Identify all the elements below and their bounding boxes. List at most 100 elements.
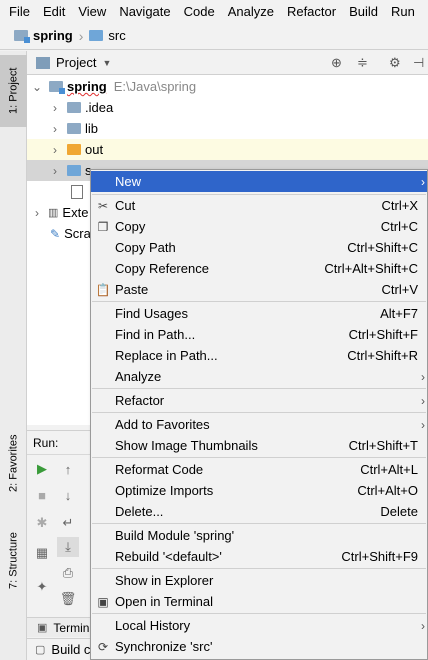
tree-row-root[interactable]: ⌄ spring E:\Java\spring bbox=[27, 76, 428, 97]
menu-analyze[interactable]: Analyze bbox=[220, 4, 279, 19]
tab-structure[interactable]: 7: Structure bbox=[0, 521, 27, 601]
menu-item-find-usages[interactable]: Find Usages Alt+F7 bbox=[91, 303, 427, 324]
run-icon[interactable]: ▶ bbox=[31, 459, 53, 479]
menu-edit[interactable]: Edit bbox=[35, 4, 70, 19]
pin-icon[interactable]: ✦ bbox=[31, 577, 53, 597]
tree-item-label: out bbox=[85, 142, 104, 157]
menu-item-paste[interactable]: 📋 Paste Ctrl+V bbox=[91, 279, 427, 300]
menu-item-open-in-terminal[interactable]: ▣ Open in Terminal bbox=[91, 591, 427, 612]
menu-item-build-module[interactable]: Build Module 'spring' bbox=[91, 525, 427, 546]
context-menu: New › ✂ Cut Ctrl+X ❐ Copy Ctrl+C Copy Pa… bbox=[90, 169, 428, 660]
build-icon: ▢ bbox=[35, 644, 46, 656]
chevron-right-icon[interactable]: › bbox=[48, 164, 62, 178]
menu-item-reformat-code[interactable]: Reformat Code Ctrl+Alt+L bbox=[91, 459, 427, 480]
scroll-to-end-icon[interactable]: ⤓ bbox=[57, 537, 79, 557]
menu-item-new[interactable]: New › bbox=[91, 171, 427, 192]
menu-item-label: Find Usages bbox=[115, 306, 188, 321]
menu-navigate[interactable]: Navigate bbox=[111, 4, 175, 19]
dropdown-arrow-icon[interactable]: ▼ bbox=[102, 58, 111, 68]
menu-item-shortcut: Alt+F7 bbox=[380, 306, 418, 321]
chevron-right-icon[interactable]: › bbox=[48, 122, 62, 136]
menu-item-show-image-thumbnails[interactable]: Show Image Thumbnails Ctrl+Shift+T bbox=[91, 435, 427, 456]
menu-item-copy-reference[interactable]: Copy Reference Ctrl+Alt+Shift+C bbox=[91, 258, 427, 279]
menu-item-label: Copy Reference bbox=[115, 261, 209, 276]
menu-run[interactable]: Run bbox=[383, 4, 420, 19]
menu-item-label: Analyze bbox=[115, 369, 162, 384]
tree-row-idea[interactable]: › .idea bbox=[27, 97, 428, 118]
menu-item-copy-path[interactable]: Copy Path Ctrl+Shift+C bbox=[91, 237, 427, 258]
menu-item-shortcut: Ctrl+Alt+L bbox=[360, 462, 418, 477]
menu-separator bbox=[92, 301, 426, 302]
menu-item-label: Synchronize 'src' bbox=[115, 639, 213, 654]
tree-root-path: E:\Java\spring bbox=[113, 79, 197, 94]
chevron-right-icon[interactable]: › bbox=[48, 101, 62, 115]
menu-item-label: Find in Path... bbox=[115, 327, 196, 342]
down-arrow-icon[interactable]: ↓ bbox=[57, 485, 79, 505]
gear-icon[interactable]: ⚙ bbox=[389, 55, 401, 71]
menu-item-label: Refactor bbox=[115, 393, 165, 408]
breadcrumb-folder[interactable]: src bbox=[108, 28, 125, 43]
submenu-arrow-icon: › bbox=[421, 618, 425, 633]
menu-code[interactable]: Code bbox=[176, 4, 220, 19]
libraries-icon: ▥ bbox=[48, 207, 59, 219]
module-folder-icon bbox=[14, 30, 30, 43]
menu-file[interactable]: File bbox=[0, 4, 35, 19]
menu-item-cut[interactable]: ✂ Cut Ctrl+X bbox=[91, 195, 427, 216]
breadcrumb-separator-icon: › bbox=[78, 27, 84, 44]
tab-structure-label: 7: Structure bbox=[7, 532, 20, 590]
menu-item-delete[interactable]: Delete... Delete bbox=[91, 501, 427, 522]
expand-down-icon[interactable]: ⌄ bbox=[30, 80, 44, 94]
menu-item-replace-in-path[interactable]: Replace in Path... Ctrl+Shift+R bbox=[91, 345, 427, 366]
folder-icon bbox=[67, 102, 81, 113]
menu-item-rebuild[interactable]: Rebuild '<default>' Ctrl+Shift+F9 bbox=[91, 546, 427, 567]
menu-item-show-in-explorer[interactable]: Show in Explorer bbox=[91, 570, 427, 591]
menu-item-refactor[interactable]: Refactor › bbox=[91, 390, 427, 411]
submenu-arrow-icon: › bbox=[421, 393, 425, 408]
menu-tools[interactable]: To bbox=[420, 4, 428, 19]
up-arrow-icon[interactable]: ↑ bbox=[57, 459, 79, 479]
paste-icon: 📋 bbox=[95, 282, 111, 297]
tree-row-lib[interactable]: › lib bbox=[27, 118, 428, 139]
menu-view[interactable]: View bbox=[70, 4, 111, 19]
tab-favorites[interactable]: 2: Favorites bbox=[0, 423, 27, 503]
trash-icon[interactable]: 🗑 bbox=[57, 589, 79, 609]
menu-item-local-history[interactable]: Local History › bbox=[91, 615, 427, 636]
menu-item-label: Paste bbox=[115, 282, 149, 297]
menu-separator bbox=[92, 412, 426, 413]
hide-icon[interactable]: ⊣ bbox=[413, 55, 424, 71]
collapse-icon[interactable]: ≑ bbox=[357, 55, 368, 71]
debug-icon[interactable]: ✱ bbox=[31, 513, 53, 533]
menu-item-shortcut: Ctrl+Shift+T bbox=[348, 438, 418, 453]
menu-item-shortcut: Ctrl+Shift+R bbox=[347, 348, 418, 363]
soft-wrap-icon[interactable]: ↵ bbox=[57, 513, 79, 533]
menu-item-analyze[interactable]: Analyze › bbox=[91, 366, 427, 387]
project-panel-title[interactable]: Project bbox=[56, 55, 96, 70]
tab-project[interactable]: 1: Project bbox=[0, 55, 27, 127]
menu-item-shortcut: Ctrl+C bbox=[380, 219, 418, 234]
layout-icon[interactable]: ▦ bbox=[31, 543, 53, 563]
menu-item-copy[interactable]: ❐ Copy Ctrl+C bbox=[91, 216, 427, 237]
menu-separator bbox=[92, 568, 426, 569]
menu-item-shortcut: Ctrl+Shift+F bbox=[348, 327, 418, 342]
stop-icon[interactable]: ■ bbox=[31, 485, 53, 505]
menu-separator bbox=[92, 388, 426, 389]
menu-item-add-to-favorites[interactable]: Add to Favorites › bbox=[91, 414, 427, 435]
chevron-right-icon[interactable]: › bbox=[48, 143, 62, 157]
menu-item-label: Cut bbox=[115, 198, 136, 213]
menu-build[interactable]: Build bbox=[341, 4, 383, 19]
tree-row-out[interactable]: › out bbox=[27, 139, 428, 160]
breadcrumb-project[interactable]: spring bbox=[33, 28, 73, 43]
terminal-icon: ▣ bbox=[97, 594, 109, 609]
menu-item-optimize-imports[interactable]: Optimize Imports Ctrl+Alt+O bbox=[91, 480, 427, 501]
locate-icon[interactable]: ⊕ bbox=[331, 55, 342, 71]
chevron-right-icon[interactable]: › bbox=[30, 206, 44, 220]
menu-item-label: Show Image Thumbnails bbox=[115, 438, 258, 453]
menu-item-label: Reformat Code bbox=[115, 462, 204, 477]
tree-item-label: Exte bbox=[62, 205, 89, 220]
menu-item-find-in-path[interactable]: Find in Path... Ctrl+Shift+F bbox=[91, 324, 427, 345]
menu-item-synchronize[interactable]: ⟳ Synchronize 'src' bbox=[91, 636, 427, 657]
print-icon[interactable]: ⎙ bbox=[57, 563, 79, 583]
navigation-bar: spring › src bbox=[0, 22, 428, 50]
menu-refactor[interactable]: Refactor bbox=[279, 4, 341, 19]
terminal-icon: ▣ bbox=[37, 622, 48, 634]
